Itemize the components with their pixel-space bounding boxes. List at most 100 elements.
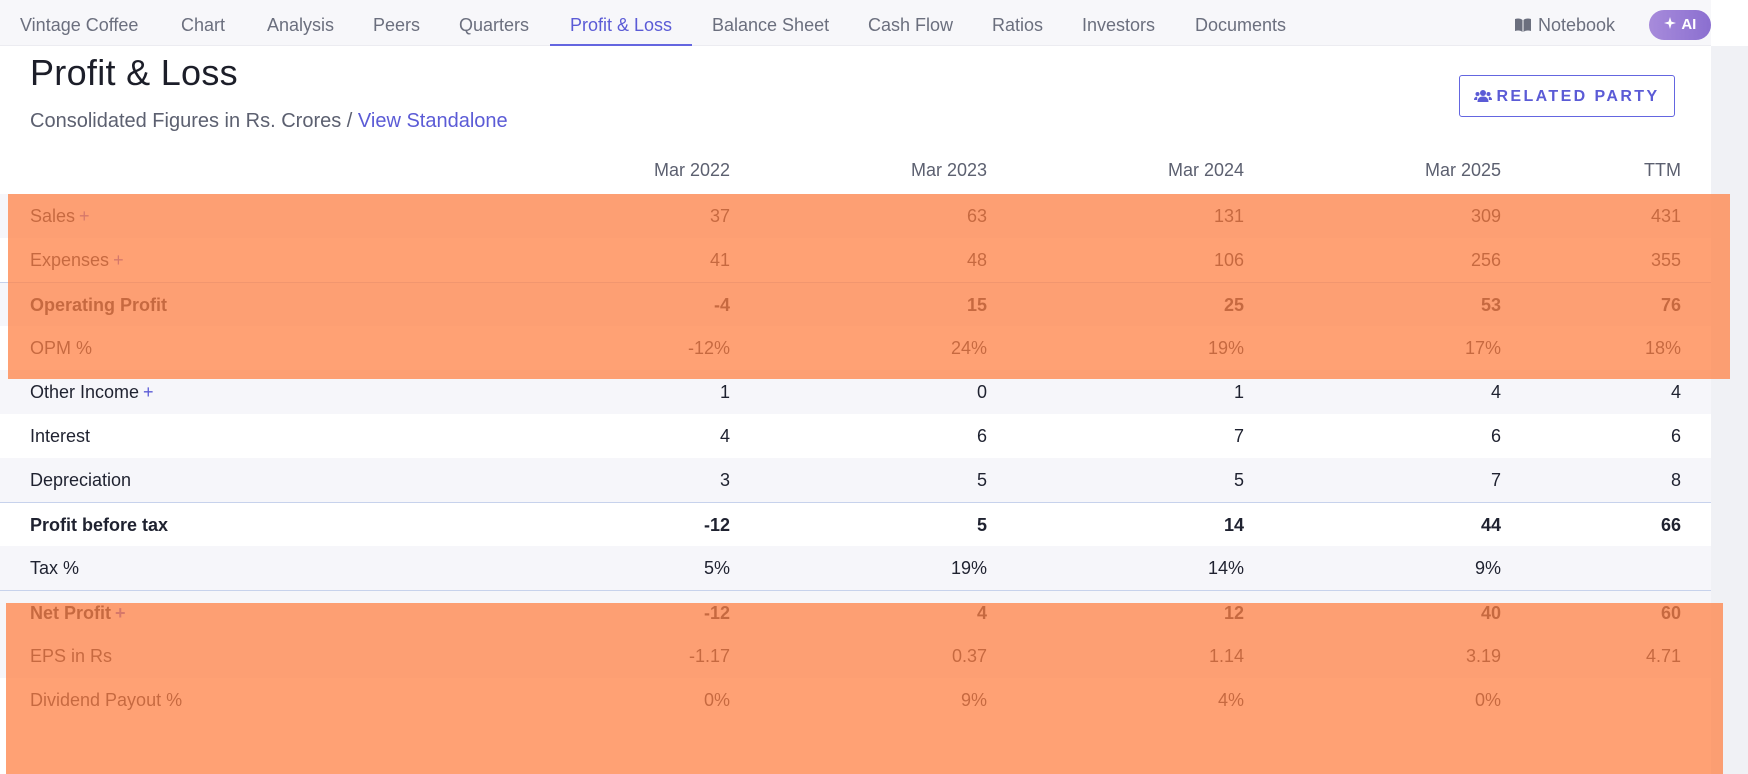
expand-plus-icon[interactable]: + <box>113 250 124 270</box>
table-cell: 19% <box>950 558 987 578</box>
table-cell: -12 <box>703 515 730 535</box>
table-cell: 76 <box>1660 295 1681 315</box>
ai-label: AI <box>1681 16 1697 33</box>
table-cell: 48 <box>966 250 987 270</box>
tab-chart[interactable]: Chart <box>181 0 225 46</box>
tab-documents[interactable]: Documents <box>1195 0 1286 46</box>
tab-analysis[interactable]: Analysis <box>267 0 334 46</box>
column-header: Mar 2022 <box>653 160 730 180</box>
table-row[interactable]: Sales +37 63 131 309 431 <box>0 194 1711 238</box>
column-header: TTM <box>1644 160 1681 180</box>
table-cell: 7 <box>1490 470 1501 490</box>
table-cell: 431 <box>1650 206 1681 226</box>
row-label-text: Net Profit <box>30 603 111 623</box>
table-cell: 256 <box>1470 250 1501 270</box>
table-cell: 60 <box>1660 603 1681 623</box>
table-row: Tax % 5% 19% 14% 9% <box>0 546 1711 590</box>
table-cell: 5 <box>976 470 987 490</box>
row-label-text: Dividend Payout % <box>30 690 183 710</box>
table-cell: 4 <box>1490 382 1501 402</box>
row-label: Operating Profit <box>30 283 167 327</box>
table-cell: 5% <box>703 558 730 578</box>
table-cell: 6 <box>976 426 987 446</box>
table-row[interactable]: Expenses +41 48 106 256 355 <box>0 238 1711 282</box>
tab-company[interactable]: Vintage Coffee <box>20 0 138 46</box>
row-label: Profit before tax <box>30 503 168 547</box>
table-cell: 0 <box>976 382 987 402</box>
column-header: Mar 2023 <box>910 160 987 180</box>
row-label[interactable]: Expenses + <box>30 238 124 282</box>
row-label-text: OPM % <box>30 338 93 358</box>
table-cell: 66 <box>1660 515 1681 535</box>
tab-cash-flow[interactable]: Cash Flow <box>868 0 953 46</box>
table-cell: 4 <box>976 603 987 623</box>
table-cell: 19% <box>1207 338 1244 358</box>
table-row: OPM % -12% 24% 19% 17% 18% <box>0 326 1711 370</box>
table-cell: 0% <box>703 690 730 710</box>
view-standalone-link[interactable]: View Standalone <box>358 110 508 132</box>
row-label-text: Profit before tax <box>30 515 169 535</box>
notebook-button[interactable]: Notebook <box>1514 0 1615 46</box>
row-label: Interest <box>30 414 90 458</box>
table-row[interactable]: Net Profit + -12 4 12 40 60 <box>0 590 1711 634</box>
row-label: OPM % <box>30 326 92 370</box>
tab-profit-loss[interactable]: Profit & Loss <box>549 0 693 46</box>
table-cell: 17% <box>1464 338 1501 358</box>
row-label[interactable]: Net Profit + <box>30 591 126 635</box>
table-cell: 8 <box>1670 470 1681 490</box>
ai-button[interactable]: AI <box>1649 10 1711 40</box>
row-label: EPS in Rs <box>30 634 112 678</box>
profit-loss-table: Sales +37 63 131 309 431 Expenses +41 48 106 256 35… <box>0 194 1711 722</box>
notebook-label: Notebook <box>1538 15 1616 35</box>
table-cell: 24% <box>950 338 987 358</box>
table-cell: 18% <box>1644 338 1681 358</box>
table-cell: 7 <box>1233 426 1244 446</box>
table-row: Depreciation 3 5 5 7 8 <box>0 458 1711 502</box>
table-cell: 1 <box>1233 382 1244 402</box>
table-row: EPS in Rs -1.17 0.37 1.14 3.19 4.71 <box>0 634 1711 678</box>
table-cell: 9% <box>1474 558 1501 578</box>
table-row[interactable]: Other Income +1 0 1 4 4 <box>0 370 1711 414</box>
tab-quarters[interactable]: Quarters <box>459 0 529 46</box>
table-cell: 0% <box>1474 690 1501 710</box>
row-label-text: Other Income <box>30 382 140 402</box>
table-cell: 131 <box>1213 206 1244 226</box>
table-cell: 5 <box>976 515 987 535</box>
table-cell: 6 <box>1670 426 1681 446</box>
tab-balance-sheet[interactable]: Balance Sheet <box>712 0 829 46</box>
table-row: Profit before tax -12 5 14 44 66 <box>0 502 1711 546</box>
table-cell: 4 <box>1670 382 1681 402</box>
row-label[interactable]: Other Income + <box>30 370 154 414</box>
column-header: Mar 2024 <box>1167 160 1244 180</box>
expand-plus-icon[interactable]: + <box>143 382 154 402</box>
row-label: Dividend Payout % <box>30 678 182 722</box>
row-label-text: Expenses <box>30 250 110 270</box>
row-label-text: Operating Profit <box>30 295 168 315</box>
tab-investors[interactable]: Investors <box>1082 0 1155 46</box>
expand-plus-icon[interactable]: + <box>115 603 126 623</box>
table-cell: 4 <box>719 426 730 446</box>
table-cell: 6 <box>1490 426 1501 446</box>
table-cell: -4 <box>713 295 730 315</box>
table-row: Operating Profit -4 15 25 53 76 <box>0 282 1711 326</box>
row-label-text: Depreciation <box>30 470 132 490</box>
table-row: Interest 4 6 7 6 6 <box>0 414 1711 458</box>
tab-peers[interactable]: Peers <box>373 0 420 46</box>
table-cell: 63 <box>966 206 987 226</box>
row-label-text: EPS in Rs <box>30 646 113 666</box>
table-cell: 40 <box>1480 603 1501 623</box>
tab-ratios[interactable]: Ratios <box>992 0 1043 46</box>
table-cell: 53 <box>1480 295 1501 315</box>
table-cell: 44 <box>1480 515 1501 535</box>
row-label[interactable]: Sales + <box>30 194 90 238</box>
table-cell: 14% <box>1207 558 1244 578</box>
expand-plus-icon[interactable]: + <box>79 206 90 226</box>
row-label-text: Interest <box>30 426 91 446</box>
related-party-button[interactable]: RELATED PARTY <box>1459 75 1675 117</box>
row-label-text: Tax % <box>30 558 80 578</box>
table-cell: -1.17 <box>688 646 730 666</box>
column-header: Mar 2025 <box>1424 160 1501 180</box>
row-label: Depreciation <box>30 458 131 502</box>
table-row: Dividend Payout % 0% 9% 4% 0% <box>0 678 1711 722</box>
table-cell: 4% <box>1217 690 1244 710</box>
